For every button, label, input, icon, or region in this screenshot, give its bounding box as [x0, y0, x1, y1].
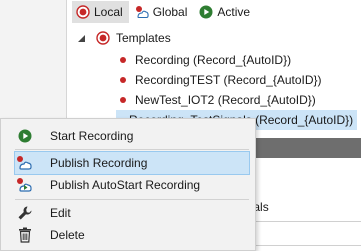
tree-item-label: NewTest_IOT2 (Record_{AutoID}): [135, 93, 316, 107]
wrench-icon: [15, 205, 35, 221]
play-icon: [199, 5, 213, 19]
menu-item-edit[interactable]: Edit: [15, 202, 249, 224]
tab-local[interactable]: Local: [72, 1, 129, 23]
tab-active[interactable]: Active: [195, 1, 256, 23]
menu-item-label: Publish AutoStart Recording: [50, 178, 201, 192]
menu-item-publish-autostart-recording[interactable]: Publish AutoStart Recording: [15, 174, 249, 196]
tab-global[interactable]: Global: [131, 1, 194, 23]
context-menu: Start Recording Publish Recording Publis…: [0, 118, 256, 251]
menu-separator: [15, 199, 249, 200]
record-icon: [96, 31, 110, 45]
menu-item-label: Edit: [50, 206, 71, 220]
tree-item[interactable]: NewTest_IOT2 (Record_{AutoID}): [116, 90, 320, 110]
divider: [238, 221, 361, 222]
panel-divider: [66, 0, 67, 118]
expanded-triangle-icon[interactable]: [76, 33, 86, 43]
publish-autostart-icon: [15, 177, 35, 193]
record-dot-icon: [120, 57, 126, 63]
tree-root-label: Templates: [116, 31, 171, 45]
record-icon: [76, 5, 90, 19]
menu-item-label: Start Recording: [50, 129, 134, 143]
record-dot-icon: [120, 97, 126, 103]
tab-label: Local: [94, 5, 123, 19]
divider: [238, 245, 361, 246]
publish-icon: [15, 155, 35, 171]
tree-root-templates[interactable]: Templates: [76, 28, 171, 48]
menu-separator: [15, 149, 249, 150]
tab-bar: Local Global Active: [72, 1, 258, 23]
menu-item-label: Publish Recording: [50, 156, 148, 170]
menu-item-publish-recording[interactable]: Publish Recording: [14, 151, 250, 175]
tree-item-label: Recording (Record_{AutoID}): [135, 53, 292, 67]
tab-label: Global: [152, 5, 188, 19]
trash-icon: [15, 227, 35, 243]
tree-item[interactable]: Recording (Record_{AutoID}): [116, 50, 295, 70]
global-record-icon: [135, 5, 149, 19]
menu-item-delete[interactable]: Delete: [15, 224, 249, 246]
tree-item[interactable]: RecordingTEST (Record_{AutoID}): [116, 70, 326, 90]
side-panel: [0, 0, 66, 118]
play-icon: [15, 128, 35, 144]
menu-item-start-recording[interactable]: Start Recording: [15, 125, 249, 147]
record-dot-icon: [120, 77, 126, 83]
menu-item-label: Delete: [50, 228, 85, 242]
tab-label: Active: [217, 5, 251, 19]
tree-item-label: RecordingTEST (Record_{AutoID}): [135, 73, 322, 87]
